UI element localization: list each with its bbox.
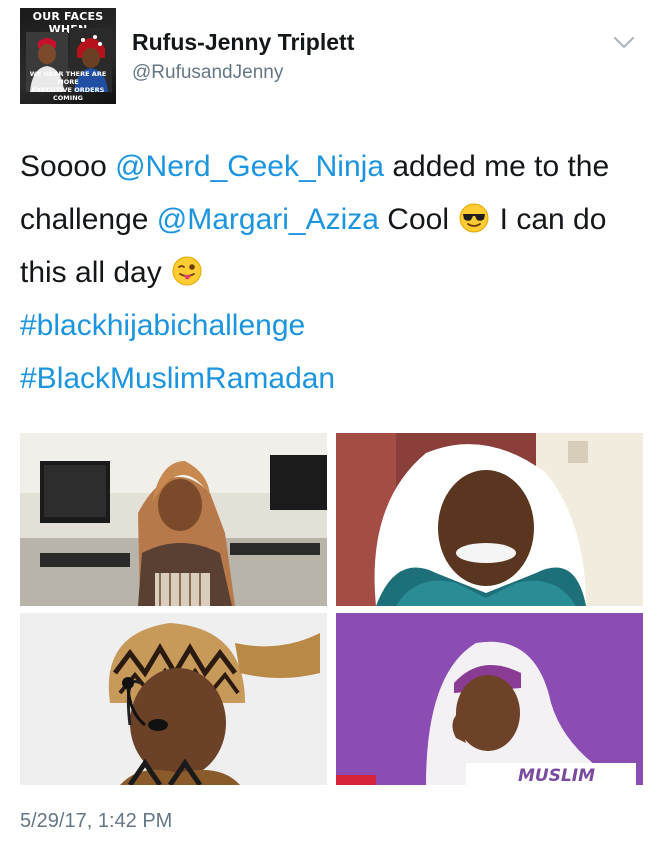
screen-name[interactable]: @RufusandJenny (132, 62, 283, 84)
tweet-text-segment: Cool (378, 203, 458, 236)
hashtag-link-blackmuslimramadan[interactable]: #BlackMuslimRamadan (20, 362, 335, 395)
tweet-text-segment: Soooo (20, 150, 116, 183)
photo-woman-blue-scarf-selfie (336, 433, 643, 606)
media-grid: MUSLIM (20, 433, 643, 785)
chevron-down-icon[interactable] (613, 36, 635, 50)
photo-overlay-text: MUSLIM (518, 766, 595, 785)
photo-3[interactable] (20, 613, 327, 785)
mention-link-margari-aziza[interactable]: @Margari_Aziza (157, 203, 379, 236)
tweet-card: OUR FACES WHEN WE HEAR THERE ARE MORE EX… (0, 0, 663, 860)
hashtag-link-blackhijabichallenge[interactable]: #blackhijabichallenge (20, 309, 305, 342)
avatar-caption-bottom: WE HEAR THERE ARE MORE EXECUTIVE ORDERS … (20, 70, 116, 102)
sunglasses-emoji-icon (459, 203, 489, 233)
photo-woman-patterned-headwrap-headset (20, 613, 327, 785)
winking-tongue-emoji-icon (172, 256, 202, 286)
profile-avatar[interactable]: OUR FACES WHEN WE HEAR THERE ARE MORE EX… (20, 8, 116, 104)
display-name[interactable]: Rufus-Jenny Triplett (132, 29, 354, 56)
mention-link-nerd-geek-ninja[interactable]: @Nerd_Geek_Ninja (115, 150, 384, 183)
avatar-caption-line-2: EXECUTIVE ORDERS COMING (31, 86, 105, 102)
photo-2[interactable] (336, 433, 643, 606)
photo-4[interactable]: MUSLIM (336, 613, 643, 785)
photo-woman-white-hijab-purple-background: MUSLIM (336, 613, 643, 785)
photo-woman-orange-hijab-computer-lab (20, 433, 327, 606)
tweet-text: Soooo @Nerd_Geek_Ninja added me to the c… (20, 140, 650, 405)
avatar-caption-line-1: WE HEAR THERE ARE MORE (29, 70, 107, 86)
photo-1[interactable] (20, 433, 327, 606)
tweet-timestamp[interactable]: 5/29/17, 1:42 PM (20, 810, 172, 833)
